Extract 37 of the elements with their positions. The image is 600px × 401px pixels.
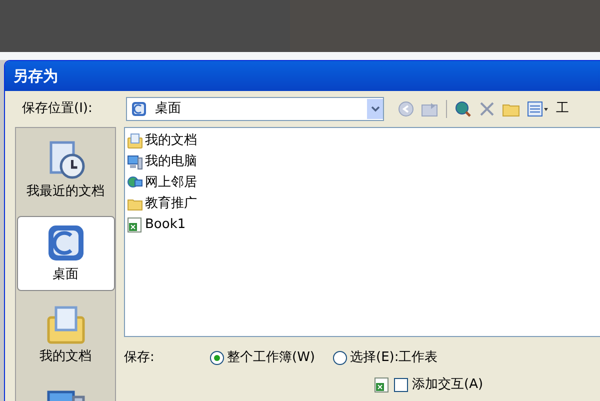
- places-item[interactable]: 我的文档: [16, 299, 114, 372]
- desktop-icon: [46, 222, 86, 262]
- places-item[interactable]: 我最近的文档: [16, 134, 114, 208]
- checkbox-label: 添加交互(A): [412, 376, 484, 394]
- window-title: 另存为: [13, 66, 58, 87]
- search-web-icon[interactable]: [454, 100, 472, 118]
- radio-option[interactable]: 选择(E):工作表: [333, 348, 438, 368]
- save-label: 保存:: [124, 349, 156, 368]
- radio-label: 整个工作簿(W): [227, 349, 315, 368]
- radio-button[interactable]: [333, 351, 347, 365]
- delete-icon[interactable]: [479, 101, 495, 117]
- radio-label: 选择(E):工作表: [350, 349, 438, 368]
- globe-computer-icon: [127, 174, 143, 190]
- folder-document-icon: [46, 305, 86, 345]
- radio-option[interactable]: 整个工作簿(W): [210, 348, 315, 368]
- views-icon[interactable]: [527, 101, 549, 117]
- checkbox[interactable]: [394, 378, 408, 392]
- places-item[interactable]: 桌面: [16, 216, 114, 291]
- back-icon[interactable]: [398, 101, 414, 117]
- file-item[interactable]: 教育推广: [127, 193, 600, 214]
- file-item[interactable]: Book1: [127, 214, 600, 235]
- file-item[interactable]: 我的电脑: [127, 151, 600, 172]
- spreadsheet-icon: [374, 377, 390, 393]
- places-label: 我最近的文档: [26, 183, 104, 201]
- file-item[interactable]: 网上邻居: [127, 172, 600, 193]
- location-value: 桌面: [155, 100, 182, 118]
- places-label: 我的文档: [40, 348, 92, 366]
- save-in-label: 保存位置(I):: [22, 100, 94, 118]
- places-label: 桌面: [52, 266, 78, 284]
- folder-document-icon: [127, 132, 143, 148]
- spreadsheet-icon: [127, 216, 143, 232]
- desktop-icon: [131, 101, 147, 117]
- location-dropdown[interactable]: 桌面: [126, 97, 384, 121]
- file-item[interactable]: 我的文档: [127, 130, 600, 151]
- radio-button[interactable]: [210, 351, 224, 365]
- tools-menu[interactable]: 工: [556, 99, 569, 119]
- computer-icon: [127, 154, 143, 170]
